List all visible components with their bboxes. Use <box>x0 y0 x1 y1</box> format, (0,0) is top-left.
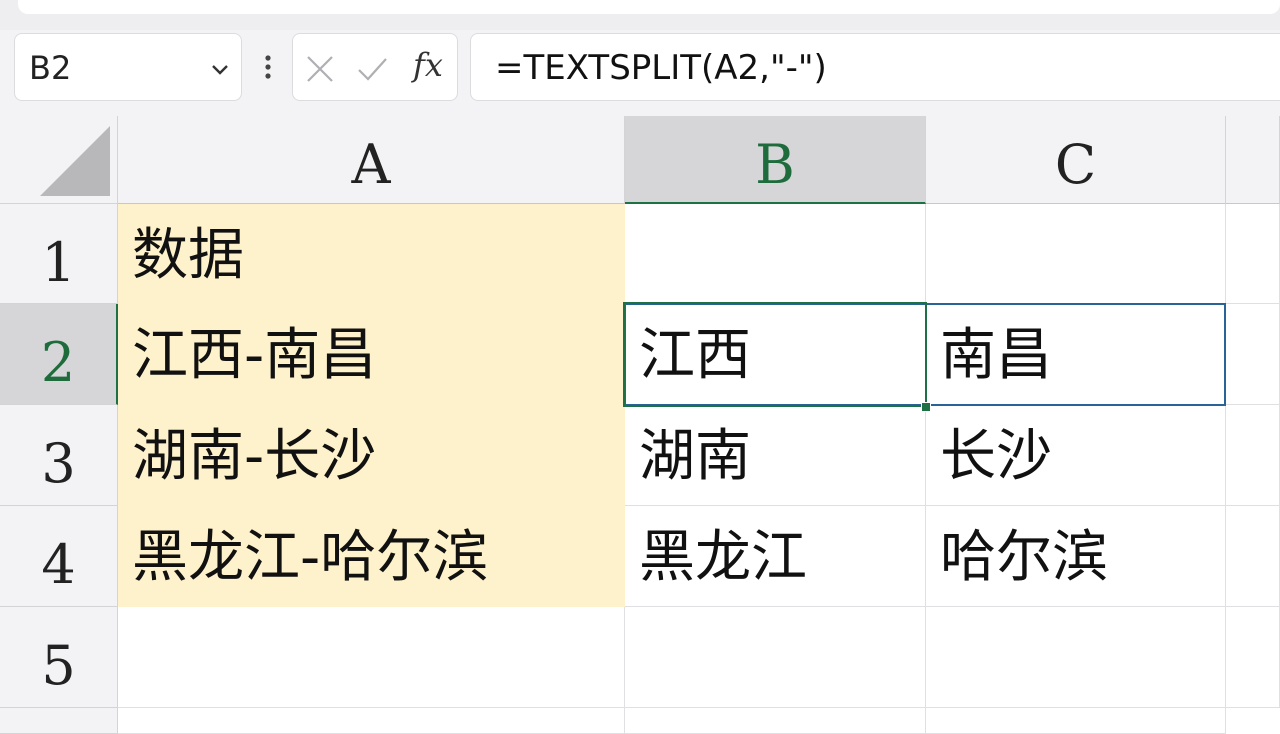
confirm-icon[interactable] <box>355 52 389 86</box>
cell-d3[interactable] <box>1226 405 1280 506</box>
row-header-4[interactable]: 4 <box>0 506 118 607</box>
chevron-down-icon[interactable] <box>209 58 231 80</box>
cell-b1[interactable] <box>625 204 926 304</box>
name-box[interactable]: B2 <box>14 33 242 101</box>
cell-b2[interactable]: 江西 <box>625 304 926 405</box>
column-header-b[interactable]: B <box>625 116 926 204</box>
row-header-5[interactable]: 5 <box>0 607 118 708</box>
cell-c5[interactable] <box>926 607 1226 708</box>
cell-a3[interactable]: 湖南-长沙 <box>118 405 625 506</box>
row-header-1[interactable]: 1 <box>0 204 118 304</box>
insert-function-icon[interactable]: fx <box>413 46 443 84</box>
column-header-c[interactable]: C <box>926 116 1226 204</box>
formula-actions: fx <box>292 33 458 101</box>
cancel-icon[interactable] <box>303 52 337 86</box>
spreadsheet-grid: A B C 1 2 3 4 5 数据 江西-南昌 江西 南昌 湖南-长沙 湖南 … <box>0 116 1280 734</box>
cell-d1[interactable] <box>1226 204 1280 304</box>
cell-b6[interactable] <box>625 708 926 734</box>
more-options-icon[interactable] <box>258 52 278 82</box>
cell-c6[interactable] <box>926 708 1226 734</box>
cell-c1[interactable] <box>926 204 1226 304</box>
cell-d2[interactable] <box>1226 304 1280 405</box>
select-all-icon <box>40 126 110 196</box>
cell-c4[interactable]: 哈尔滨 <box>926 506 1226 607</box>
cell-a4[interactable]: 黑龙江-哈尔滨 <box>118 506 625 607</box>
formula-text: =TEXTSPLIT(A2,"-") <box>495 48 827 88</box>
cell-c3[interactable]: 长沙 <box>926 405 1226 506</box>
cell-d4[interactable] <box>1226 506 1280 607</box>
cell-b3[interactable]: 湖南 <box>625 405 926 506</box>
select-all-corner[interactable] <box>0 116 118 204</box>
row-header-2[interactable]: 2 <box>0 304 118 405</box>
column-header-d[interactable] <box>1226 116 1280 204</box>
formula-input[interactable]: =TEXTSPLIT(A2,"-") <box>470 33 1280 101</box>
cell-b5[interactable] <box>625 607 926 708</box>
fill-handle[interactable] <box>921 402 931 412</box>
cell-c2[interactable]: 南昌 <box>926 304 1226 405</box>
cell-b4[interactable]: 黑龙江 <box>625 506 926 607</box>
column-header-a[interactable]: A <box>118 116 625 204</box>
cell-a6[interactable] <box>118 708 625 734</box>
cell-a1[interactable]: 数据 <box>118 204 625 304</box>
row-header-6[interactable] <box>0 708 118 734</box>
formula-bar: B2 fx =TEXTSPLIT(A2,"-") <box>0 30 1280 116</box>
sheet-tab-area <box>18 0 1280 14</box>
name-box-value: B2 <box>29 49 72 87</box>
window-top-strip <box>0 0 1280 30</box>
cell-a5[interactable] <box>118 607 625 708</box>
cell-d5[interactable] <box>1226 607 1280 708</box>
cell-a2[interactable]: 江西-南昌 <box>118 304 625 405</box>
row-header-3[interactable]: 3 <box>0 405 118 506</box>
